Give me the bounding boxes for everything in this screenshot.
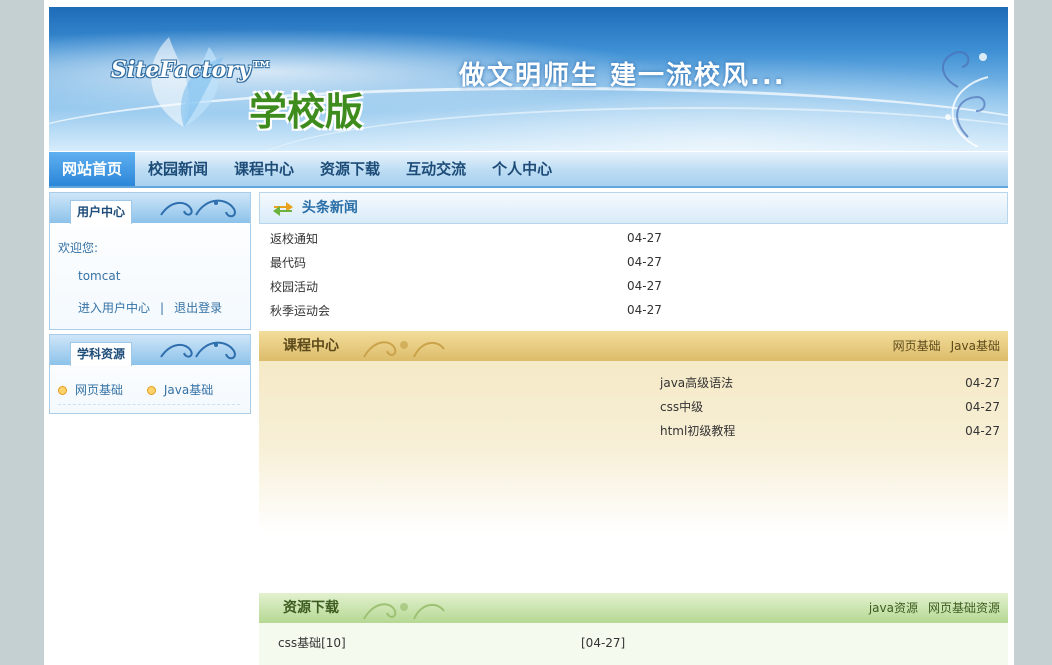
resource-row: css基础[10] [04-27] [278,631,998,655]
course-date: 04-27 [965,424,1000,438]
course-link-java-basics[interactable]: Java基础 [951,339,1000,353]
course-center-section: 课程中心 网页基础 Java基础 java高级语法 04-27 css中级 04-… [259,331,1008,586]
headline-news-list: 返校通知 04-27 最代码 04-27 校园活动 04-27 秋季运动会 04… [259,226,662,322]
news-title[interactable]: 最代码 [259,250,627,274]
nav-home[interactable]: 网站首页 [49,152,136,186]
course-title[interactable]: css中级 [660,400,703,414]
headline-news-title: 头条新闻 [301,200,358,216]
site-banner: SiteFactory™ 学校版 做文明师生 建一流校风... [49,7,1008,151]
subject-resources-header: 学科资源 [50,335,250,366]
nav-course-center[interactable]: 课程中心 [221,152,307,186]
brand-logo-text: SiteFactory™ [111,57,273,83]
subject-item[interactable]: Java基础 [146,381,213,398]
bullet-icon [146,386,156,395]
headline-news-header: 头条新闻 [259,192,1008,224]
news-title[interactable]: 返校通知 [259,226,627,250]
user-center-box: 用户中心 欢迎您: tomcat 进入用户中心 | 退出登录 [49,192,251,330]
resource-links: java资源 网页基础资源 [859,593,1000,623]
resource-link-web-basics[interactable]: 网页基础资源 [928,601,1000,615]
resource-title[interactable]: css基础[10] [278,636,346,650]
course-center-links: 网页基础 Java基础 [883,331,1000,361]
news-date: 04-27 [627,231,662,245]
nav-interaction[interactable]: 互动交流 [393,152,479,186]
nav-downloads[interactable]: 资源下载 [307,152,393,186]
logout-link[interactable]: 退出登录 [174,301,222,315]
resource-downloads-title: 资源下载 [283,600,339,616]
news-row: 最代码 04-27 [259,250,662,274]
user-center-header: 用户中心 [50,193,250,224]
news-row: 秋季运动会 04-27 [259,298,662,322]
course-list: java高级语法 04-27 css中级 04-27 html初级教程 04-2… [660,371,1000,443]
subject-resources-title: 学科资源 [70,342,133,366]
resource-date: [04-27] [581,636,626,650]
nav-campus-news[interactable]: 校园新闻 [135,152,221,186]
link-separator: | [160,301,165,315]
course-row: html初级教程 04-27 [660,419,1000,443]
course-link-web-basics[interactable]: 网页基础 [893,339,941,353]
resource-downloads-section: 资源下载 java资源 网页基础资源 css基础[10] [04-27] [259,593,1008,665]
subject-resources-box: 学科资源 网页基础 Java基础 [49,334,251,414]
resource-downloads-header: 资源下载 java资源 网页基础资源 [259,593,1008,623]
news-title[interactable]: 校园活动 [259,274,627,298]
page: SiteFactory™ 学校版 做文明师生 建一流校风... 网站首页 校园新… [44,0,1014,665]
headline-news-section: 头条新闻 返校通知 04-27 最代码 04-27 校园活动 04-27 秋季运… [259,192,1008,320]
news-date: 04-27 [627,255,662,269]
course-row: java高级语法 04-27 [660,371,1000,395]
news-row: 校园活动 04-27 [259,274,662,298]
swirl-ornament-icon [160,199,236,218]
course-center-title: 课程中心 [283,338,339,354]
news-title[interactable]: 秋季运动会 [259,298,627,322]
floral-ornament-icon [942,50,989,147]
news-date: 04-27 [627,279,662,293]
course-date: 04-27 [965,400,1000,414]
user-links: 进入用户中心 | 退出登录 [78,299,222,316]
nav-personal-center[interactable]: 个人中心 [479,152,565,186]
user-center-title: 用户中心 [70,200,133,224]
main-nav: 网站首页 校园新闻 课程中心 资源下载 互动交流 个人中心 [49,152,1008,188]
arrows-exchange-icon [273,201,293,216]
subject-item[interactable]: 网页基础 [58,381,123,398]
course-row: css中级 04-27 [660,395,1000,419]
course-title[interactable]: html初级教程 [660,424,735,438]
resource-link-java[interactable]: java资源 [869,601,918,615]
course-center-header: 课程中心 网页基础 Java基础 [259,331,1008,361]
swirl-ornament-icon [363,341,445,358]
edition-title: 学校版 [249,89,364,134]
news-row: 返校通知 04-27 [259,226,662,250]
welcome-text: 欢迎您: [58,241,99,255]
course-date: 04-27 [965,376,1000,390]
enter-user-center-link[interactable]: 进入用户中心 [78,301,150,315]
news-date: 04-27 [627,303,662,317]
bullet-icon [58,386,67,395]
username: tomcat [78,269,121,283]
course-title[interactable]: java高级语法 [660,376,733,390]
swirl-ornament-icon [363,603,445,620]
swirl-ornament-icon [160,341,236,360]
banner-slogan: 做文明师生 建一流校风... [459,61,786,91]
subject-list: 网页基础 Java基础 [58,381,240,405]
